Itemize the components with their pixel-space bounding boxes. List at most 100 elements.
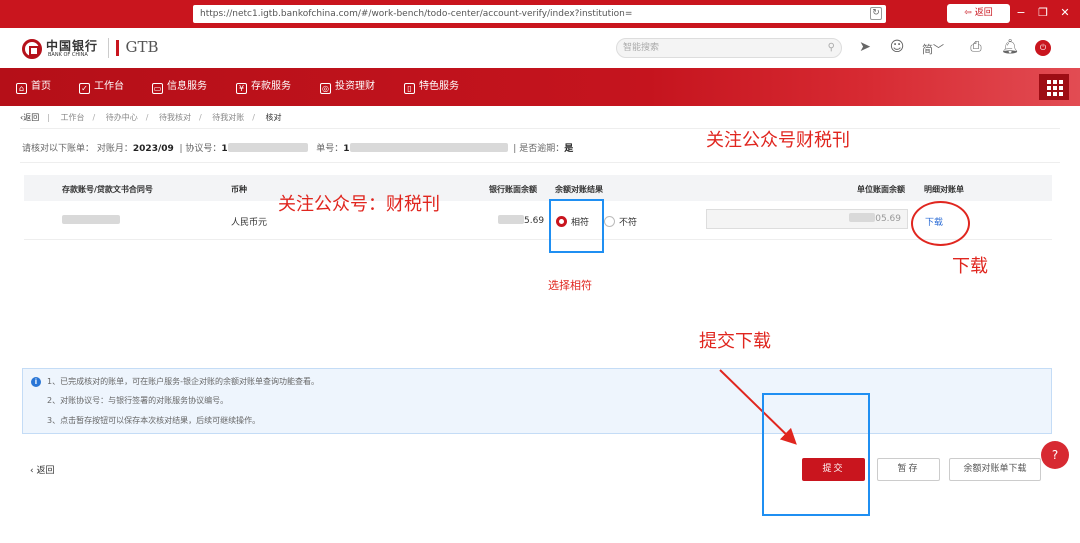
breadcrumb-item-my-check[interactable]: 待我核对 <box>159 113 191 122</box>
unit-balance-suffix: 05.69 <box>875 214 901 224</box>
col-currency: 币种 <box>231 185 247 194</box>
nav-feature-service[interactable]: ▯ 特色服务 <box>404 68 459 106</box>
breadcrumb-back[interactable]: ‹返回 <box>20 113 39 122</box>
overdue-value: 是 <box>564 144 574 154</box>
cell-bank-balance: 5.69 <box>498 215 544 226</box>
nav-info-service-label: 信息服务 <box>167 81 207 92</box>
bottom-back-label: 返回 <box>36 466 55 476</box>
language-select[interactable]: 简﹀ <box>922 41 944 57</box>
info-icon: i <box>31 377 41 387</box>
masked-account <box>62 215 120 224</box>
nav-deposit-label: 存款服务 <box>251 81 291 92</box>
bank-balance-suffix: 5.69 <box>524 216 545 226</box>
close-icon[interactable]: ✕ <box>1057 5 1073 21</box>
gtb-logo-text: GTB <box>125 38 159 56</box>
notice-panel: i 1、已完成核对的账单，可在账户服务-银企对账的余额对账单查询功能查看。 2、… <box>22 368 1052 434</box>
breadcrumb-back-label: 返回 <box>23 113 40 122</box>
nav-info-service[interactable]: ▭ 信息服务 <box>152 68 207 106</box>
breadcrumb-item-workbench[interactable]: 工作台 <box>60 113 84 122</box>
masked-bill-number <box>349 143 508 152</box>
bill-info-row: 请核对以下账单： 对账月：2023/09 | 协议号：1 单号：1 | 是否逾期… <box>22 143 574 154</box>
masked-unit-balance <box>849 213 876 222</box>
home-icon: ⌂ <box>16 83 27 94</box>
notice-line-1: 1、已完成核对的账单，可在账户服务-银企对账的余额对账单查询功能查看。 <box>47 377 319 386</box>
address-bar[interactable]: https://netc1.igtb.bankofchina.com/#/wor… <box>193 5 886 23</box>
cell-currency: 人民币元 <box>231 218 268 228</box>
gtb-logo: GTB <box>116 38 159 56</box>
col-detail: 明细对账单 <box>924 185 964 194</box>
bill-value: 1 <box>343 144 350 154</box>
restore-icon[interactable]: ❐ <box>1035 5 1051 21</box>
radio-mismatch-dot <box>604 216 615 227</box>
annotation-select-match: 选择相符 <box>548 279 592 292</box>
bill-label: 单号： <box>316 144 344 154</box>
breadcrumb-item-current: 核对 <box>265 113 282 122</box>
period-value: 2023/09 <box>132 144 174 154</box>
submit-button[interactable]: 提交 <box>802 458 865 481</box>
col-result: 余额对账结果 <box>555 185 603 194</box>
send-icon[interactable]: ➤ <box>856 39 874 55</box>
masked-agreement <box>227 143 308 152</box>
agreement-label: 协议号： <box>185 144 222 154</box>
nav-investment[interactable]: ◎ 投资理财 <box>320 68 375 106</box>
browser-back-label: 返回 <box>974 8 993 18</box>
help-button[interactable]: ? <box>1041 441 1069 469</box>
app-grid-icon[interactable] <box>1039 74 1069 100</box>
minimize-icon[interactable]: − <box>1013 5 1029 21</box>
app-header: 中国银行 BANK OF CHINA GTB 智能搜索 ⚲ <box>0 28 1080 68</box>
nav-workbench[interactable]: ✓ 工作台 <box>79 68 124 106</box>
info-divider <box>20 162 1060 163</box>
bank-logo-en: BANK OF CHINA <box>48 52 88 58</box>
nav-home-label: 首页 <box>31 81 51 92</box>
browser-back-button[interactable]: ⇦ 返回 <box>947 4 1010 23</box>
info-service-icon: ▭ <box>152 83 163 94</box>
language-label: 简 <box>922 43 933 56</box>
col-bank-balance: 银行账面余额 <box>489 185 537 194</box>
browser-title-bar: https://netc1.igtb.bankofchina.com/#/wor… <box>0 0 1080 28</box>
col-account: 存款账号/贷款文书合同号 <box>62 185 153 194</box>
user-service-icon[interactable]: ☺ <box>888 39 906 55</box>
col-unit-balance: 单位账面余额 <box>857 185 905 194</box>
bell-icon[interactable]: 🔔︎ <box>1001 39 1019 55</box>
nav-home[interactable]: ⌂ 首页 <box>16 68 51 106</box>
refresh-icon[interactable]: ↻ <box>870 7 882 20</box>
deposit-icon: ¥ <box>236 83 247 94</box>
annotation-select-box <box>549 199 604 253</box>
workbench-icon: ✓ <box>79 83 90 94</box>
unit-balance-field[interactable]: 05.69 <box>706 209 908 229</box>
masked-bank-balance <box>498 215 524 224</box>
agreement-value: 1 <box>221 144 228 154</box>
notice-line-3: 3、点击暂存按钮可以保存本次核对结果，后续可继续操作。 <box>47 416 261 425</box>
table-header: 存款账号/贷款文书合同号 币种 银行账面余额 余额对账结果 单位账面余额 明细对… <box>24 175 1052 201</box>
invest-icon: ◎ <box>320 83 331 94</box>
print-icon[interactable]: ⎙ <box>967 39 985 55</box>
breadcrumb-item-todo[interactable]: 待办中心 <box>106 113 138 122</box>
breadcrumb-item-my-reconcile[interactable]: 待我对账 <box>212 113 244 122</box>
notice-line-2: 2、对账协议号：与银行签署的对账服务协议编号。 <box>47 396 229 405</box>
nav-deposit-service[interactable]: ¥ 存款服务 <box>236 68 291 106</box>
main-nav: ⌂ 首页 ✓ 工作台 ▭ 信息服务 ¥ 存款服务 ◎ 投资理财 ▯ 特色服务 <box>0 68 1080 106</box>
logout-icon[interactable]: ⏻ <box>1035 40 1051 56</box>
bottom-back-link[interactable]: ‹ 返回 <box>30 463 54 476</box>
save-draft-button[interactable]: 暂存 <box>877 458 940 481</box>
annotation-download: 下载 <box>952 256 988 277</box>
annotation-download-circle <box>911 201 970 246</box>
annotation-submit-download: 提交下载 <box>699 331 771 352</box>
annotation-follow-top: 关注公众号财税刊 <box>706 130 850 151</box>
annotation-submit-box <box>762 393 870 516</box>
bank-logo-mark <box>22 39 42 59</box>
feature-icon: ▯ <box>404 83 415 94</box>
address-url: https://netc1.igtb.bankofchina.com/#/wor… <box>200 9 633 19</box>
back-arrow-icon: ⇦ <box>964 8 975 18</box>
nav-feature-label: 特色服务 <box>419 81 459 92</box>
breadcrumb: ‹返回 | 工作台 / 待办中心 / 待我核对 / 待我对账 / 核对 <box>20 113 282 122</box>
smart-search-input[interactable]: 智能搜索 ⚲ <box>616 38 842 58</box>
radio-mismatch[interactable]: 不符 <box>604 215 637 228</box>
statement-download-button[interactable]: 余额对账单下载 <box>949 458 1041 481</box>
logo-divider <box>108 38 109 58</box>
bank-logo: 中国银行 BANK OF CHINA <box>22 37 102 61</box>
bill-prompt: 请核对以下账单： <box>22 144 95 154</box>
annotation-follow-mid: 关注公众号：财税刊 <box>278 194 440 215</box>
search-icon[interactable]: ⚲ <box>828 39 835 57</box>
radio-mismatch-label: 不符 <box>619 218 638 228</box>
